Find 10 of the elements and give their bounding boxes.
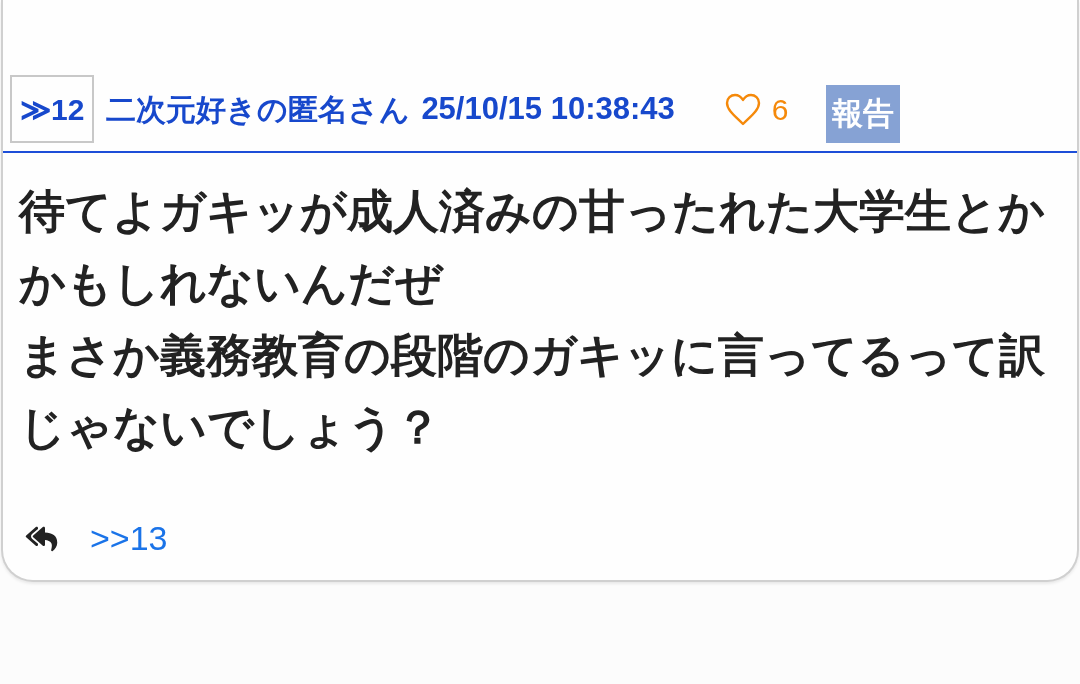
like-button[interactable]: 6: [724, 86, 789, 132]
heart-icon: [724, 92, 761, 126]
post-body-text: 待てよガキッが成人済みの甘ったれた大学生とかかもしれないんだぜ: [19, 184, 1046, 311]
report-button[interactable]: 報告: [826, 85, 901, 143]
reply-link[interactable]: >>13: [90, 513, 168, 564]
reply-all-icon: [23, 524, 60, 553]
post-timestamp: 25/10/15 10:38:43: [421, 89, 675, 128]
author-name: 二次元好きの匿名さん: [106, 91, 411, 128]
post-number-link[interactable]: ≫12: [10, 75, 95, 143]
post-body-text: まさか義務教育の段階のガキッに言ってるって訳じゃないでしょう？: [19, 328, 1046, 455]
